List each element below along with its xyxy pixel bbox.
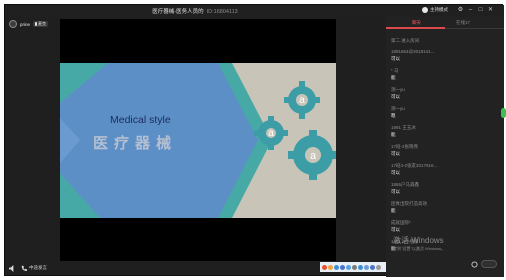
tray-app-icon[interactable] [364, 264, 369, 270]
gear-label: a [310, 150, 317, 162]
message-sender: 17班-2张晓燕 [391, 144, 419, 149]
mic-label: 麦克 [38, 21, 47, 26]
message-sender: 团青出院打造高效 [391, 201, 427, 206]
watermark-title: 激活 Windows [393, 236, 444, 245]
gear-label: a [268, 128, 274, 139]
title-bar: 医疗器械-医务人员的 ID:16804113 主持模式 ⚙ – □ ✕ [5, 5, 504, 17]
message-sender: 成就国际* [391, 220, 411, 225]
message-text: 能 [391, 208, 396, 213]
slide: a a a Medical style 医疗器械 [60, 63, 336, 218]
list-item: 团青出院打造高效 能 [391, 200, 501, 219]
message-text: 可以 [391, 151, 400, 156]
tray-app-icon[interactable] [340, 264, 345, 270]
meeting-id: ID:16804113 [206, 9, 238, 15]
message-sender: 17班4-2张友2017916... [391, 163, 438, 168]
tray-app-icon[interactable] [352, 264, 357, 270]
list-item: 1991 王玉冰 能 [391, 124, 501, 143]
host-mode-icon [422, 7, 428, 13]
host-mode-toggle[interactable]: 主持模式 [422, 7, 448, 13]
tray-app-icon[interactable] [370, 264, 375, 270]
tray-app-icon[interactable] [334, 264, 339, 270]
message-text: 可以 [391, 189, 400, 194]
microphone-icon [35, 22, 38, 26]
slide-title: Medical style [110, 114, 171, 126]
minimize-button[interactable]: – [467, 6, 474, 14]
panel-tabs: 聊天 在线17 [386, 20, 504, 29]
panel-collapse-button[interactable] [501, 108, 506, 118]
volume-icon[interactable] [9, 265, 16, 272]
app-window: 医疗器械-医务人员的 ID:16804113 主持模式 ⚙ – □ ✕ prine… [4, 4, 506, 277]
active-tab-indicator [386, 27, 445, 29]
watermark-subtitle: 转到"设置"以激活 Windows。 [393, 246, 446, 251]
tab-online-users[interactable]: 在线17 [456, 20, 470, 26]
maximize-button[interactable]: □ [477, 6, 484, 14]
message-text: 能 [391, 75, 396, 80]
tab-chat[interactable]: 聊天 [412, 20, 421, 26]
message-text: 可以 [391, 170, 400, 175]
bottom-bar: 中途发言 [5, 261, 386, 277]
emoji-icon[interactable] [471, 261, 478, 268]
list-item: 1891854@2018141... 可以 [391, 48, 501, 67]
window-title: 医疗器械-医务人员的 ID:16804113 [5, 7, 385, 15]
message-text: 可以 [391, 94, 400, 99]
list-item: 第二.进入房间 [391, 37, 501, 48]
close-button[interactable]: ✕ [487, 6, 494, 14]
settings-icon[interactable]: ⚙ [457, 6, 464, 14]
system-tray[interactable] [320, 262, 386, 272]
window-controls: ⚙ – □ ✕ [457, 6, 494, 14]
presentation-stage: a a a Medical style 医疗器械 [60, 19, 336, 261]
tray-app-icon[interactable] [346, 264, 351, 270]
tray-app-icon[interactable] [358, 264, 363, 270]
list-item: * 马 能 [391, 67, 501, 86]
meeting-title: 医疗器械-医务人员的 [152, 9, 204, 15]
tray-app-icon[interactable] [328, 264, 333, 270]
phone-icon [21, 265, 27, 271]
message-sender: 1891854@2018141... [391, 49, 435, 54]
list-item: 17班-2张晓燕 可以 [391, 143, 501, 162]
message-list: 第二.进入房间 1891854@2018141... 可以 * 马 能 测一yu… [391, 37, 501, 257]
message-sender: 第二.进入房间 [391, 38, 420, 43]
message-sender: 1865户马森鑫 [391, 182, 420, 187]
message-sender: 测一yu [391, 106, 405, 111]
slide-subtitle: 医疗器械 [93, 135, 178, 152]
list-item: 17班4-2张友2017916... 可以 [391, 162, 501, 181]
message-text: 嗯 [391, 113, 396, 118]
user-name: prine [20, 21, 31, 27]
tray-app-icon[interactable] [322, 264, 327, 270]
list-item: 测一yu 嗯 [391, 105, 501, 124]
message-sender: 1991 王玉冰 [391, 125, 416, 130]
phone-label: 中途发言 [29, 265, 47, 270]
list-item: 测一yu 可以 [391, 86, 501, 105]
host-mode-label: 主持模式 [430, 7, 448, 12]
message-text: 可以 [391, 227, 400, 232]
activation-watermark: 激活 Windows 转到"设置"以激活 Windows。 [393, 235, 445, 252]
user-bar: prine 麦克 [9, 20, 49, 28]
mic-button[interactable]: 麦克 [33, 21, 49, 27]
message-sender: * 马 [391, 68, 399, 73]
avatar[interactable] [9, 20, 17, 28]
chat-input[interactable] [481, 260, 497, 268]
list-item: 1865户马森鑫 可以 [391, 181, 501, 200]
message-text: 能 [391, 132, 396, 137]
tray-app-icon[interactable] [376, 264, 381, 270]
phone-call-button[interactable]: 中途发言 [21, 265, 47, 271]
message-sender: 测一yu [391, 87, 405, 92]
gear-label: a [299, 95, 305, 106]
message-text: 可以 [391, 56, 400, 61]
